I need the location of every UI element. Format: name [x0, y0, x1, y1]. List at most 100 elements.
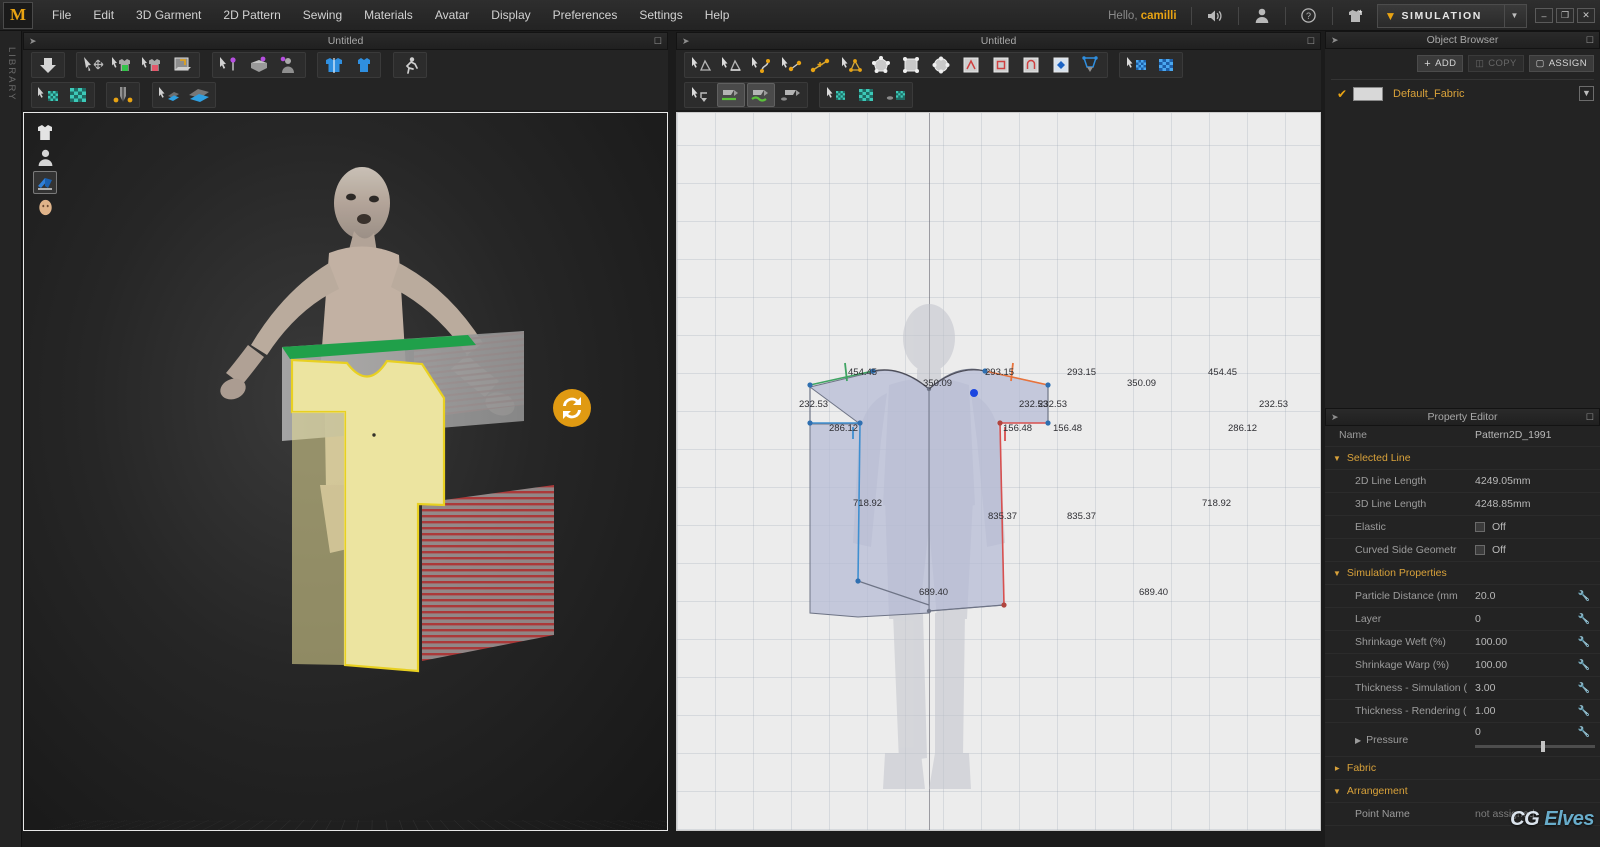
- property-row-particle-distance[interactable]: Particle Distance (mm 20.0 🔧: [1325, 585, 1600, 608]
- head-display-icon[interactable]: [33, 196, 57, 219]
- property-row-shrinkage-warp[interactable]: Shrinkage Warp (%) 100.00 🔧: [1325, 654, 1600, 677]
- wrench-icon[interactable]: 🔧: [1578, 637, 1590, 648]
- viewport-2d[interactable]: 454.45 293.15 350.09 293.15 350.09 454.4…: [676, 112, 1321, 831]
- select-pin-icon[interactable]: [215, 53, 243, 77]
- circle-icon[interactable]: [927, 53, 955, 77]
- float-window-icon[interactable]: ☐: [1307, 36, 1315, 47]
- free-sewing-icon[interactable]: [747, 83, 775, 107]
- property-value[interactable]: 0: [1475, 726, 1481, 738]
- curved-side-geometry-checkbox[interactable]: [1475, 545, 1485, 555]
- plane-icon[interactable]: [185, 83, 213, 107]
- close-button[interactable]: ✕: [1577, 8, 1595, 23]
- wrench-icon[interactable]: 🔧: [1578, 614, 1590, 625]
- texture-pattern-icon[interactable]: [852, 83, 880, 107]
- property-value[interactable]: 0: [1475, 613, 1481, 625]
- unfold-icon[interactable]: [169, 53, 197, 77]
- minimize-button[interactable]: –: [1535, 8, 1553, 23]
- pin-box-icon[interactable]: [245, 53, 273, 77]
- pin-icon[interactable]: ➤: [1331, 35, 1339, 46]
- property-row-pressure[interactable]: ▶ Pressure 0 🔧: [1325, 723, 1600, 757]
- simulation-mode-selector[interactable]: ▼ SIMULATION ▼: [1376, 3, 1527, 28]
- select-texture-icon[interactable]: [822, 83, 850, 107]
- user-icon[interactable]: [1249, 3, 1275, 29]
- menu-avatar[interactable]: Avatar: [424, 4, 480, 26]
- menu-edit[interactable]: Edit: [82, 4, 125, 26]
- select-texture-icon[interactable]: [34, 83, 62, 107]
- section-selected-line[interactable]: ▼ Selected Line: [1325, 447, 1600, 470]
- property-row-elastic[interactable]: Elastic Off: [1325, 516, 1600, 539]
- section-fabric[interactable]: ▼ Fabric: [1325, 757, 1600, 780]
- property-row-layer[interactable]: Layer 0 🔧: [1325, 608, 1600, 631]
- garment-display-icon[interactable]: [33, 121, 57, 144]
- pin-avatar-icon[interactable]: [275, 53, 303, 77]
- zipper-icon[interactable]: [109, 83, 137, 107]
- fabric-swatch-icon[interactable]: [1152, 53, 1180, 77]
- select-fabric-icon[interactable]: [1122, 53, 1150, 77]
- property-row-thickness-rendering[interactable]: Thickness - Rendering ( 1.00 🔧: [1325, 700, 1600, 723]
- section-simulation-properties[interactable]: ▼ Simulation Properties: [1325, 562, 1600, 585]
- menu-sewing[interactable]: Sewing: [292, 4, 353, 26]
- property-row-shrinkage-weft[interactable]: Shrinkage Weft (%) 100.00 🔧: [1325, 631, 1600, 654]
- section-arrangement[interactable]: ▼ Arrangement: [1325, 780, 1600, 803]
- inner-rect-icon[interactable]: [987, 53, 1015, 77]
- menu-materials[interactable]: Materials: [353, 4, 424, 26]
- garment-piece-icon[interactable]: [350, 53, 378, 77]
- fabric-color-swatch[interactable]: [1353, 86, 1383, 101]
- select-sewing-icon[interactable]: [687, 83, 715, 107]
- float-window-icon[interactable]: ☐: [654, 36, 662, 47]
- select-plane-icon[interactable]: [155, 83, 183, 107]
- inner-circle-icon[interactable]: [1017, 53, 1045, 77]
- property-value[interactable]: 100.00: [1475, 659, 1507, 671]
- add-point-icon[interactable]: [777, 53, 805, 77]
- property-value[interactable]: 3.00: [1475, 682, 1495, 694]
- library-sidebar[interactable]: LIBRARY: [0, 31, 22, 847]
- copy-button[interactable]: ◫ COPY: [1468, 55, 1524, 72]
- viewport-3d[interactable]: [23, 112, 668, 831]
- fold-arrange-icon[interactable]: [837, 53, 865, 77]
- edit-curvature-icon[interactable]: [747, 53, 775, 77]
- segment-sewing-icon[interactable]: [717, 83, 745, 107]
- rectangle-icon[interactable]: [897, 53, 925, 77]
- edit-curve-point-icon[interactable]: [717, 53, 745, 77]
- app-logo[interactable]: M: [3, 1, 33, 29]
- polygon-icon[interactable]: [867, 53, 895, 77]
- wrench-icon[interactable]: 🔧: [1578, 683, 1590, 694]
- dart-icon[interactable]: [957, 53, 985, 77]
- pin-icon[interactable]: ➤: [1331, 412, 1339, 423]
- animation-run-icon[interactable]: [396, 53, 424, 77]
- pressure-slider[interactable]: [1475, 741, 1595, 752]
- texture-pattern-icon[interactable]: [64, 83, 92, 107]
- maximize-button[interactable]: ❐: [1556, 8, 1574, 23]
- sewing-edit-icon[interactable]: [777, 83, 805, 107]
- avatar-display-icon[interactable]: [33, 146, 57, 169]
- pin-icon[interactable]: ➤: [682, 36, 690, 47]
- menu-preferences[interactable]: Preferences: [542, 4, 629, 26]
- menu-2d-pattern[interactable]: 2D Pattern: [212, 4, 291, 26]
- pin-icon[interactable]: ➤: [29, 36, 37, 47]
- help-icon[interactable]: ?: [1296, 3, 1322, 29]
- add-button[interactable]: + ADD: [1417, 55, 1464, 72]
- property-value[interactable]: 100.00: [1475, 636, 1507, 648]
- menu-file[interactable]: File: [41, 4, 82, 26]
- select-mesh-green-icon[interactable]: [109, 53, 137, 77]
- segment-icon[interactable]: [807, 53, 835, 77]
- wrench-icon[interactable]: 🔧: [1578, 706, 1590, 717]
- texture-adjust-icon[interactable]: [882, 83, 910, 107]
- volume-icon[interactable]: [1202, 3, 1228, 29]
- fabric-list-item[interactable]: ✔ Default_Fabric ▼: [1331, 79, 1594, 103]
- select-move-icon[interactable]: [79, 53, 107, 77]
- float-window-icon[interactable]: ☐: [1586, 35, 1594, 46]
- drop-garment-icon[interactable]: [34, 53, 62, 77]
- pressure-slider-knob[interactable]: [1541, 741, 1545, 752]
- edit-pattern-icon[interactable]: [687, 53, 715, 77]
- save-icon[interactable]: ▼: [1579, 86, 1594, 101]
- menu-display[interactable]: Display: [480, 4, 541, 26]
- symmetric-garment-icon[interactable]: [320, 53, 348, 77]
- garment-icon[interactable]: [1343, 3, 1369, 29]
- wrench-icon[interactable]: 🔧: [1578, 727, 1590, 738]
- wrench-icon[interactable]: 🔧: [1578, 591, 1590, 602]
- assign-button[interactable]: ▢ ASSIGN: [1528, 55, 1594, 72]
- check-icon[interactable]: ✔: [1331, 87, 1353, 101]
- grading-icon[interactable]: [1047, 53, 1075, 77]
- select-mesh-red-icon[interactable]: [139, 53, 167, 77]
